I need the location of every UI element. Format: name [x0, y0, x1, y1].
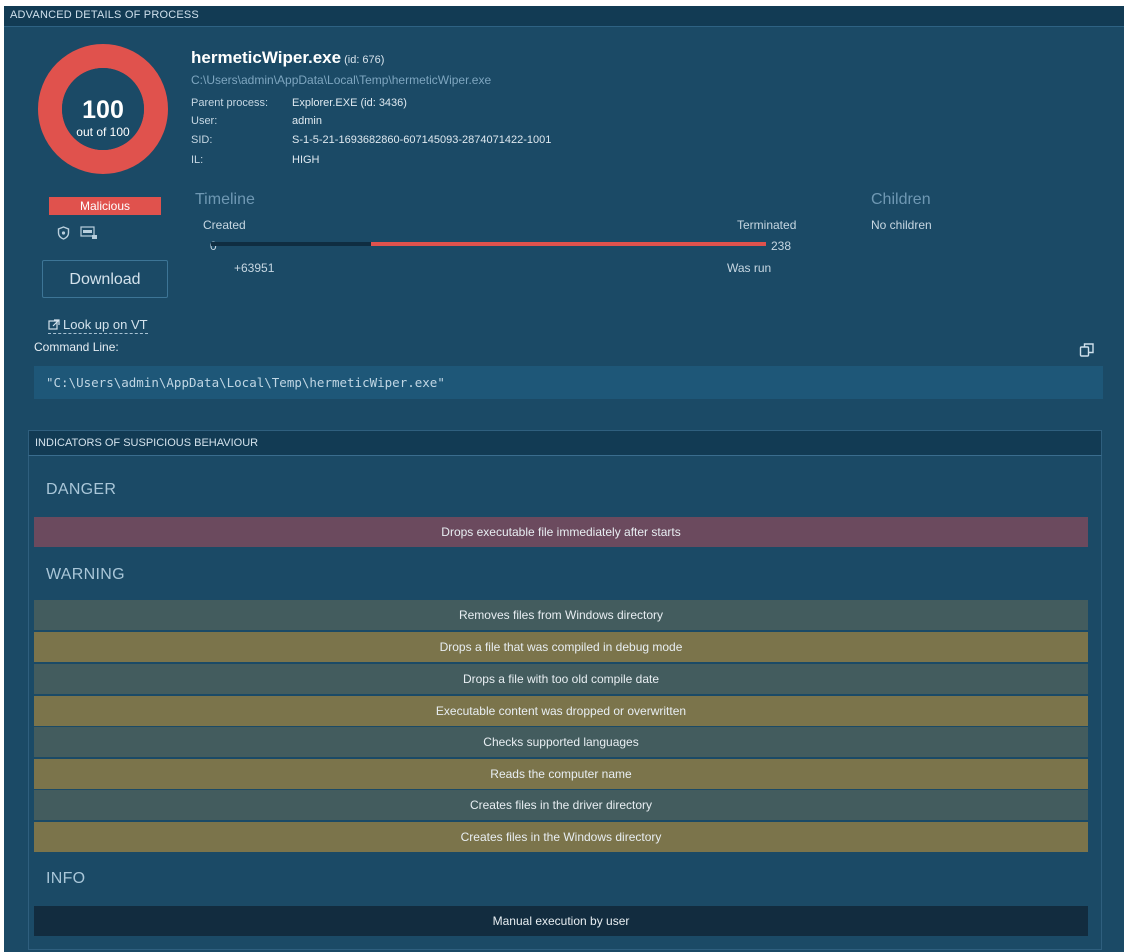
lookup-vt-label: Look up on VT — [63, 317, 148, 332]
il-row: IL: HIGH — [191, 154, 320, 166]
warning-title: WARNING — [46, 566, 125, 583]
process-name: hermeticWiper.exe (id: 676) — [191, 48, 384, 68]
timeline-created-label: Created — [203, 218, 246, 232]
info-indicator[interactable]: Manual execution by user — [34, 906, 1088, 936]
timeline-wait-bar — [211, 242, 371, 246]
process-id: (id: 676) — [344, 54, 385, 66]
score-subtitle: out of 100 — [76, 125, 130, 139]
children-value: No children — [871, 218, 932, 232]
timeline-run-bar — [371, 242, 766, 246]
warning-indicator[interactable]: Reads the computer name — [34, 759, 1088, 789]
process-path: C:\Users\admin\AppData\Local\Temp\hermet… — [191, 73, 492, 87]
danger-title: DANGER — [46, 481, 117, 498]
user-label: User: — [191, 115, 218, 127]
il-value: HIGH — [292, 154, 320, 166]
verdict-badge: Malicious — [49, 197, 161, 215]
copy-icon[interactable] — [1079, 342, 1095, 358]
external-link-icon — [48, 319, 60, 330]
timeline-was-run-label: Was run — [727, 261, 772, 275]
sid-label: SID: — [191, 134, 213, 146]
user-value: admin — [292, 115, 322, 127]
exe-file-icon — [80, 226, 97, 239]
timeline-terminated-label: Terminated — [737, 218, 797, 232]
warning-indicator[interactable]: Creates files in the driver directory — [34, 790, 1088, 820]
warning-indicator[interactable]: Drops a file that was compiled in debug … — [34, 632, 1088, 662]
warning-indicator[interactable]: Drops a file with too old compile date — [34, 664, 1088, 694]
score-value: 100 — [82, 96, 124, 124]
warning-indicator[interactable]: Executable content was dropped or overwr… — [34, 696, 1088, 726]
children-title: Children — [871, 191, 931, 208]
parent-process-value: Explorer.EXE (id: 3436) — [292, 97, 407, 109]
command-line-value[interactable]: "C:\Users\admin\AppData\Local\Temp\herme… — [34, 366, 1103, 399]
command-line-label: Command Line: — [34, 340, 119, 354]
sid-row: SID: S-1-5-21-1693682860-607145093-28740… — [191, 134, 551, 146]
parent-process-label: Parent process: — [191, 97, 269, 109]
lookup-vt-link[interactable]: Look up on VT — [48, 317, 148, 334]
indicators-header: INDICATORS OF SUSPICIOUS BEHAVIOUR — [28, 430, 1102, 456]
timeline-terminated-value: 238 — [771, 239, 792, 253]
panel-header: ADVANCED DETAILS OF PROCESS — [4, 6, 1124, 27]
sid-value: S-1-5-21-1693682860-607145093-2874071422… — [292, 134, 552, 146]
info-title: INFO — [46, 870, 86, 887]
danger-indicator[interactable]: Drops executable file immediately after … — [34, 517, 1088, 547]
timeline-title: Timeline — [195, 191, 255, 208]
user-row: User: admin — [191, 115, 322, 127]
process-name-text: hermeticWiper.exe — [191, 48, 342, 67]
warning-indicator[interactable]: Removes files from Windows directory — [34, 600, 1088, 630]
timeline-start-offset: +63951 — [234, 261, 275, 275]
warning-indicator[interactable]: Creates files in the Windows directory — [34, 822, 1088, 852]
warning-indicator[interactable]: Checks supported languages — [34, 727, 1088, 757]
shield-icon — [57, 226, 70, 240]
il-label: IL: — [191, 154, 204, 166]
parent-process-row: Parent process: Explorer.EXE (id: 3436) — [191, 97, 407, 109]
download-button[interactable]: Download — [42, 260, 168, 298]
